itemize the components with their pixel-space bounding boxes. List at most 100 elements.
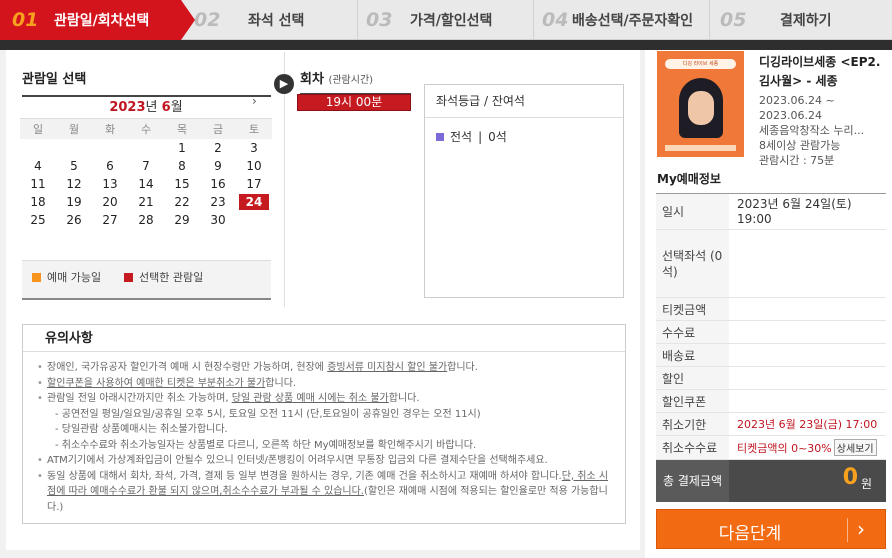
calendar-week: 18 19 20 21 22 23 24 (20, 193, 272, 211)
seat-separator: | (478, 129, 483, 144)
product-info: 디깅라이브세종 <EP2. 김사월> - 세종 2023.06.24 ~ 202… (759, 53, 887, 168)
calendar-day[interactable]: 20 (95, 194, 125, 210)
calendar-day[interactable]: 19 (59, 194, 89, 210)
product-title: 디깅라이브세종 <EP2. 김사월> - 세종 (759, 55, 881, 88)
legend-selected-label: 선택한 관람일 (139, 271, 204, 284)
calendar-cell: 27 (92, 211, 128, 229)
calendar-cell (236, 211, 272, 229)
value-fee (729, 320, 886, 344)
calendar-cell: 19 (56, 193, 92, 211)
calendar-day[interactable]: 9 (203, 158, 233, 174)
seat-grade-row: 전석 | 0석 (425, 128, 623, 145)
chevron-right-icon: › (857, 517, 865, 541)
calendar-day[interactable]: 2 (203, 140, 233, 156)
notice-item: - 공연전일 평일/일요일/공휴일 오후 5시, 토요일 오전 11시 (단,토… (55, 408, 481, 420)
label-cancel-deadline: 취소기한 (656, 412, 729, 436)
step-1-number: 01 (12, 9, 39, 31)
calendar-year: 2023 (109, 100, 146, 115)
my-booking-title: My예매정보 (657, 172, 721, 186)
round-section-title: 회차 (관람시간) (300, 68, 411, 95)
calendar-day[interactable]: 10 (239, 158, 269, 174)
calendar-cell: 8 (164, 157, 200, 175)
calendar-cell: 10 (236, 157, 272, 175)
label-discount: 할인 (656, 366, 729, 390)
calendar-day[interactable]: 15 (167, 176, 197, 192)
calendar-day[interactable]: 8 (167, 158, 197, 174)
calendar-day[interactable]: 13 (95, 176, 125, 192)
calendar-day[interactable]: 3 (239, 140, 269, 156)
calendar-cell: 30 (200, 211, 236, 229)
calendar-week: 123 (20, 139, 272, 157)
calendar-day[interactable]: 1 (167, 140, 197, 156)
calendar-cell: 4 (20, 157, 56, 175)
calendar-day[interactable]: 5 (59, 158, 89, 174)
calendar-cell: 1 (164, 139, 200, 157)
weekday-header: 토 (236, 118, 272, 139)
value-datetime: 2023년 6월 24일(토) 19:00 (729, 193, 886, 230)
calendar-day[interactable]: 22 (167, 194, 197, 210)
calendar-day[interactable]: 21 (131, 194, 161, 210)
calendar-day[interactable]: 26 (59, 212, 89, 228)
calendar-day[interactable]: 7 (131, 158, 161, 174)
calendar-cell: 26 (56, 211, 92, 229)
calendar-cell (20, 139, 56, 157)
step-2-label: 좌석 선택 (248, 13, 305, 29)
label-delivery: 배송료 (656, 343, 729, 367)
calendar-cell: 28 (128, 211, 164, 229)
label-selected-seats: 선택좌석 (0석) (656, 229, 729, 298)
calendar-day[interactable]: 4 (23, 158, 53, 174)
step-bar: 01 관람일/회차선택 02 좌석 선택 03 가격/할인선택 04 배송선택/… (0, 0, 892, 40)
calendar-day[interactable]: 27 (95, 212, 125, 228)
calendar-cell: 13 (92, 175, 128, 193)
detail-button[interactable]: 상세보기 (833, 439, 877, 456)
next-month-icon[interactable]: › (252, 94, 257, 108)
calendar-day[interactable]: 6 (95, 158, 125, 174)
calendar-cell: 20 (92, 193, 128, 211)
row-discount: 할인 (656, 366, 886, 390)
calendar-cell: 17 (236, 175, 272, 193)
calendar-day[interactable]: 18 (23, 194, 53, 210)
value-cancel-deadline: 2023년 6월 23일(금) 17:00 (729, 412, 886, 436)
calendar-day-selected[interactable]: 24 (239, 193, 269, 210)
calendar-day[interactable]: 16 (203, 176, 233, 192)
poster-title: 디깅 라이브 세종 (665, 59, 736, 69)
notice-box: 유의사항 장애인, 국가유공자 할인가격 예매 시 현장수령만 가능하며, 현장… (22, 324, 626, 524)
seat-remaining-count: 0석 (488, 130, 507, 144)
product-age: 8세이상 관람가능 (759, 139, 841, 152)
calendar-day[interactable]: 30 (203, 212, 233, 228)
next-step-divider (847, 518, 848, 542)
seat-grade-swatch (436, 132, 444, 141)
calendar-day[interactable]: 28 (131, 212, 161, 228)
total-amount: 총 결제금액 0 원 (656, 460, 886, 502)
calendar-day[interactable]: 14 (131, 176, 161, 192)
calendar-day[interactable]: 12 (59, 176, 89, 192)
step-3-label: 가격/할인선택 (410, 13, 493, 29)
calendar-cell: 7 (128, 157, 164, 175)
next-step-label: 다음단계 (718, 524, 782, 544)
my-booking-table: 일시 2023년 6월 24일(토) 19:00 선택좌석 (0석) 티켓금액 수… (656, 193, 886, 460)
value-coupon (729, 389, 886, 413)
product-meta: 2023.06.24 ~ 2023.06.24 세종음악창작소 누리... 8세… (759, 93, 887, 168)
next-step-button[interactable]: 다음단계 › (656, 509, 886, 549)
calendar-cell: 2 (200, 139, 236, 157)
calendar-day[interactable]: 25 (23, 212, 53, 228)
calendar-day[interactable]: 17 (239, 176, 269, 192)
calendar-day[interactable]: 23 (203, 194, 233, 210)
value-delivery (729, 343, 886, 367)
calendar-cell: 15 (164, 175, 200, 193)
round-time-button[interactable]: 19시 00분 (297, 94, 411, 111)
label-fee: 수수료 (656, 320, 729, 344)
row-cancel-fee: 취소수수료 티켓금액의 0~30% 상세보기 (656, 435, 886, 460)
poster-footer (665, 145, 736, 151)
year-unit: 년 (145, 100, 158, 115)
weekday-header: 월 (56, 118, 92, 139)
poster-image: 디깅 라이브 세종 (657, 51, 744, 157)
calendar-day[interactable]: 29 (167, 212, 197, 228)
step-4-label: 배송선택/주문자확인 (572, 13, 694, 29)
step-1: 01 관람일/회차선택 (0, 0, 195, 40)
calendar-cell: 21 (128, 193, 164, 211)
calendar-cell: 5 (56, 157, 92, 175)
calendar-day[interactable]: 11 (23, 176, 53, 192)
row-coupon: 할인쿠폰 (656, 389, 886, 413)
calendar-month: 2023년 6월 (20, 96, 272, 115)
